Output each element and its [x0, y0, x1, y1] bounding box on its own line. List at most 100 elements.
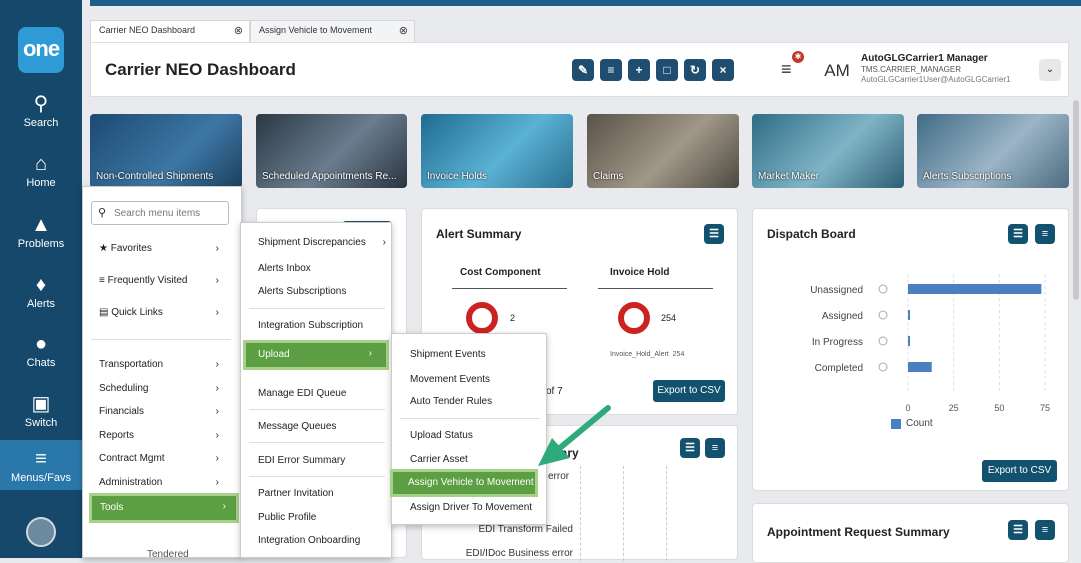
menu-assign-vehicle-to-movement[interactable]: Assign Vehicle to Movement	[390, 469, 538, 497]
list-icon[interactable]: ≡	[1035, 224, 1055, 244]
avatar[interactable]: AM	[821, 57, 853, 85]
menu-shipment-discrepancies[interactable]: Shipment Discrepancies ›	[258, 237, 386, 248]
notifications-icon[interactable]: ≡	[781, 59, 792, 80]
divider	[400, 418, 540, 419]
nav-menus-favs[interactable]: ≡ Menus/Favs	[0, 440, 82, 490]
filter-icon[interactable]: ☰	[1008, 520, 1028, 540]
list-icon[interactable]: ≡	[1035, 520, 1055, 540]
divider	[249, 476, 385, 477]
menu-upload-status[interactable]: Upload Status	[410, 430, 473, 441]
menu-movement-events[interactable]: Movement Events	[410, 374, 490, 385]
menu-administration[interactable]: Administration ›	[99, 477, 219, 488]
menu-edi-error-summary[interactable]: EDI Error Summary	[258, 455, 345, 466]
bar[interactable]	[908, 284, 1042, 294]
app-logo[interactable]: one	[18, 27, 64, 73]
export-csv-button[interactable]: Export to CSV	[653, 380, 725, 402]
menu-shipment-events[interactable]: Shipment Events	[410, 349, 486, 360]
menu-assign-driver-to-movement[interactable]: Assign Driver To Movement	[410, 502, 532, 513]
menu-manage-edi-queue[interactable]: Manage EDI Queue	[258, 388, 346, 399]
invoice-hold-header: Invoice Hold	[610, 267, 670, 278]
tile-alerts-subscriptions[interactable]: Alerts Subscriptions	[917, 114, 1069, 188]
close-icon[interactable]: ⊗	[234, 24, 243, 37]
chevron-right-icon: ›	[215, 359, 219, 370]
x-tick-label: 25	[949, 403, 959, 413]
user-avatar[interactable]	[26, 517, 56, 547]
menu-contract-mgmt[interactable]: Contract Mgmt ›	[99, 453, 219, 464]
x-tick-label: 0	[905, 403, 910, 413]
bar[interactable]	[908, 310, 910, 320]
chat-icon: ●	[34, 333, 48, 355]
tab-carrier-neo-dashboard[interactable]: Carrier NEO Dashboard ⊗	[90, 20, 250, 42]
menu-item-label: Quick Links	[111, 307, 163, 318]
menu-reports[interactable]: Reports ›	[99, 430, 219, 441]
divider	[249, 308, 385, 309]
category-label: In Progress	[812, 337, 863, 348]
tile-invoice-holds[interactable]: Invoice Holds	[421, 114, 573, 188]
scrollbar[interactable]	[1073, 100, 1079, 300]
tab-label: Carrier NEO Dashboard	[99, 25, 196, 35]
nav-chats[interactable]: ● Chats	[0, 333, 82, 369]
edi-row: error	[548, 471, 570, 482]
list-button[interactable]: ≡	[600, 59, 622, 81]
close-button[interactable]: ×	[712, 59, 734, 81]
menu-search-input[interactable]: ⚲ Search menu items	[91, 201, 229, 225]
menu-item-label: Upload	[258, 349, 290, 360]
filter-icon[interactable]: ☰	[1008, 224, 1028, 244]
menu-partner-invitation[interactable]: Partner Invitation	[258, 488, 334, 499]
nav-search[interactable]: ⚲ Search	[0, 93, 82, 129]
menu-quick-links[interactable]: ▤ Quick Links ›	[99, 307, 219, 318]
star-icon: ★	[99, 243, 108, 254]
list-icon: ≡	[99, 275, 105, 286]
menu-financials[interactable]: Financials ›	[99, 406, 219, 417]
refresh-button[interactable]: ↻	[684, 59, 706, 81]
copy-button[interactable]: □	[656, 59, 678, 81]
user-role: TMS.CARRIER_MANAGER	[861, 65, 962, 74]
annotation-arrow	[538, 405, 611, 466]
cost-component-donut[interactable]	[466, 302, 498, 334]
divider	[249, 409, 385, 410]
menu-frequently-visited[interactable]: ≡ Frequently Visited ›	[99, 275, 219, 286]
filter-icon[interactable]: ☰	[704, 224, 724, 244]
chevron-down-icon[interactable]: ⌄	[1039, 59, 1061, 81]
menu-alerts-inbox[interactable]: Alerts Inbox	[258, 263, 311, 274]
menu-scheduling[interactable]: Scheduling ›	[99, 383, 219, 394]
invoice-hold-donut[interactable]	[618, 302, 650, 334]
bar[interactable]	[908, 336, 910, 346]
close-icon[interactable]: ⊗	[399, 24, 408, 37]
tile-non-controlled-shipments[interactable]: Non-Controlled Shipments	[90, 114, 242, 188]
user-email: AutoGLGCarrier1User@AutoGLGCarrier1	[861, 75, 1011, 84]
tile-market-maker[interactable]: Market Maker	[752, 114, 904, 188]
export-csv-button[interactable]: Export to CSV	[982, 460, 1057, 482]
nav-home[interactable]: ⌂ Home	[0, 153, 82, 189]
menu-carrier-asset[interactable]: Carrier Asset	[410, 454, 468, 465]
nav-problems[interactable]: ▲ Problems	[0, 214, 82, 250]
tab-assign-vehicle[interactable]: Assign Vehicle to Movement ⊗	[250, 20, 415, 42]
page-header: Carrier NEO Dashboard ✎ ≡ + □ ↻ × ≡ ✱ AM…	[90, 42, 1069, 97]
menu-alerts-subscriptions[interactable]: Alerts Subscriptions	[258, 286, 346, 297]
nav-alerts[interactable]: ♦ Alerts	[0, 274, 82, 310]
nav-menus-label: Menus/Favs	[11, 472, 71, 484]
menu-upload[interactable]: Upload ›	[243, 340, 389, 370]
menu-auto-tender-rules[interactable]: Auto Tender Rules	[410, 396, 492, 407]
list-icon[interactable]: ≡	[705, 438, 725, 458]
filter-icon[interactable]: ☰	[680, 438, 700, 458]
tile-scheduled-appointments[interactable]: Scheduled Appointments Re...	[256, 114, 407, 188]
menu-transportation[interactable]: Transportation ›	[99, 359, 219, 370]
menu-message-queues[interactable]: Message Queues	[258, 421, 336, 432]
warning-icon: ▲	[31, 214, 51, 236]
menu-integration-onboarding[interactable]: Integration Onboarding	[258, 535, 360, 546]
bar[interactable]	[908, 362, 932, 372]
menu-integration-subscription[interactable]: Integration Subscription	[258, 320, 363, 331]
cost-component-header: Cost Component	[460, 267, 541, 278]
menu-public-profile[interactable]: Public Profile	[258, 512, 316, 523]
tile-claims[interactable]: Claims	[587, 114, 739, 188]
menu-favorites[interactable]: ★ Favorites ›	[99, 243, 219, 254]
search-icon: ⚲	[98, 207, 107, 219]
nav-switch[interactable]: ▣ Switch	[0, 393, 82, 429]
dispatch-chart: 0 25 50 75 Unassigned Assigned In Progress Comp…	[810, 274, 1050, 413]
tile-label: Non-Controlled Shipments	[96, 171, 214, 182]
edit-button[interactable]: ✎	[572, 59, 594, 81]
divider	[452, 288, 567, 289]
add-button[interactable]: +	[628, 59, 650, 81]
menu-tools[interactable]: Tools ›	[89, 493, 239, 523]
